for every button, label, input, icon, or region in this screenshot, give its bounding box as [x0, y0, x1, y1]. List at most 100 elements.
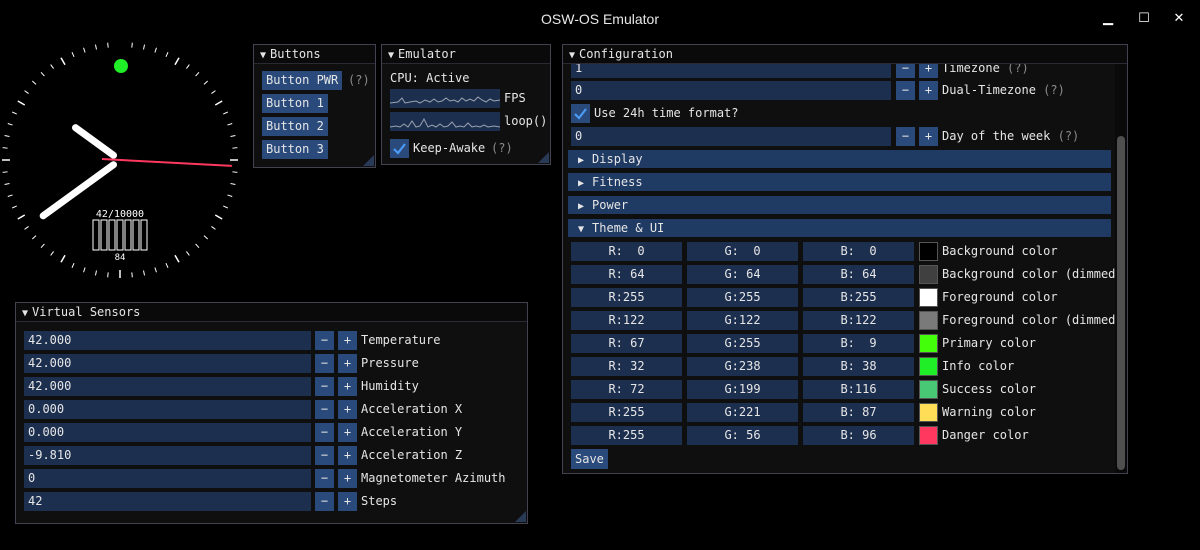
collapse-arrow-icon[interactable]: ▼ — [569, 50, 575, 61]
configuration-window-header[interactable]: ▼ Configuration — [563, 45, 1127, 64]
sensor-minus-button[interactable]: − — [315, 331, 334, 350]
sensor-value-input[interactable]: -9.810 — [24, 446, 311, 465]
sensor-value-input[interactable]: 42.000 — [24, 354, 311, 373]
color-g-input[interactable]: G:122 — [687, 311, 798, 330]
color-r-input[interactable]: R:122 — [571, 311, 682, 330]
sensor-value-input[interactable]: 0 — [24, 469, 311, 488]
color-r-input[interactable]: R:255 — [571, 426, 682, 445]
section-display[interactable]: ▶ Display — [568, 150, 1111, 168]
sensor-minus-button[interactable]: − — [315, 377, 334, 396]
color-r-input[interactable]: R:255 — [571, 288, 682, 307]
minimize-icon[interactable]: ▁ — [1097, 8, 1119, 30]
sensor-plus-button[interactable]: + — [338, 354, 357, 373]
time-format-checkbox[interactable] — [571, 104, 590, 123]
button-2[interactable]: Button 2 — [262, 117, 328, 136]
color-swatch[interactable] — [919, 288, 938, 307]
color-b-input[interactable]: B: 87 — [803, 403, 914, 422]
sensor-plus-button[interactable]: + — [338, 377, 357, 396]
sensor-plus-button[interactable]: + — [338, 469, 357, 488]
day-of-week-input[interactable]: 0 — [571, 127, 891, 146]
keep-awake-checkbox[interactable] — [390, 139, 409, 158]
sensor-value-input[interactable]: 42.000 — [24, 331, 311, 350]
color-r-input[interactable]: R: 0 — [571, 242, 682, 261]
sensor-minus-button[interactable]: − — [315, 446, 334, 465]
color-g-input[interactable]: G: 64 — [687, 265, 798, 284]
scrollbar-thumb[interactable] — [1117, 136, 1125, 470]
emulator-window-header[interactable]: ▼ Emulator — [382, 45, 550, 64]
color-r-input[interactable]: R: 67 — [571, 334, 682, 353]
color-swatch[interactable] — [919, 380, 938, 399]
color-g-input[interactable]: G:238 — [687, 357, 798, 376]
color-b-input[interactable]: B: 64 — [803, 265, 914, 284]
color-b-input[interactable]: B:255 — [803, 288, 914, 307]
maximize-icon[interactable]: ☐ — [1133, 8, 1155, 30]
timezone-input[interactable]: 1 — [571, 64, 891, 78]
resize-grip[interactable] — [363, 155, 374, 166]
watch-tick — [165, 51, 169, 57]
color-swatch[interactable] — [919, 242, 938, 261]
collapse-arrow-icon[interactable]: ▼ — [22, 308, 28, 319]
color-g-input[interactable]: G:255 — [687, 288, 798, 307]
button-pwr-help[interactable]: (?) — [348, 71, 370, 90]
sensor-minus-button[interactable]: − — [315, 469, 334, 488]
color-swatch[interactable] — [919, 334, 938, 353]
sensor-plus-button[interactable]: + — [338, 423, 357, 442]
sensor-minus-button[interactable]: − — [315, 423, 334, 442]
section-fitness[interactable]: ▶ Fitness — [568, 173, 1111, 191]
sensor-value-input[interactable]: 0.000 — [24, 400, 311, 419]
save-button[interactable]: Save — [571, 449, 608, 469]
timezone-minus-button[interactable]: − — [896, 64, 915, 78]
dual-timezone-minus-button[interactable]: − — [896, 81, 915, 100]
watch-bottom-text: 84 — [115, 253, 126, 263]
color-g-input[interactable]: G: 0 — [687, 242, 798, 261]
virtual-sensors-window-header[interactable]: ▼ Virtual Sensors — [16, 303, 527, 322]
color-b-input[interactable]: B: 96 — [803, 426, 914, 445]
buttons-window-header[interactable]: ▼ Buttons — [254, 45, 375, 64]
color-swatch[interactable] — [919, 403, 938, 422]
sensor-value-input[interactable]: 42 — [24, 492, 311, 511]
sensor-value-input[interactable]: 0.000 — [24, 423, 311, 442]
color-b-input[interactable]: B:116 — [803, 380, 914, 399]
section-theme-ui[interactable]: ▼ Theme & UI — [568, 219, 1111, 237]
color-r-input[interactable]: R: 64 — [571, 265, 682, 284]
color-g-input[interactable]: G:199 — [687, 380, 798, 399]
sensor-value-input[interactable]: 42.000 — [24, 377, 311, 396]
button-3[interactable]: Button 3 — [262, 140, 328, 159]
timezone-plus-button[interactable]: + — [919, 64, 938, 78]
sensor-minus-button[interactable]: − — [315, 354, 334, 373]
color-r-input[interactable]: R: 72 — [571, 380, 682, 399]
color-b-input[interactable]: B: 38 — [803, 357, 914, 376]
sensor-plus-button[interactable]: + — [338, 400, 357, 419]
sensor-minus-button[interactable]: − — [315, 400, 334, 419]
dual-timezone-plus-button[interactable]: + — [919, 81, 938, 100]
section-power[interactable]: ▶ Power — [568, 196, 1111, 214]
color-swatch[interactable] — [919, 265, 938, 284]
color-g-input[interactable]: G: 56 — [687, 426, 798, 445]
day-of-week-minus-button[interactable]: − — [896, 127, 915, 146]
collapse-arrow-icon[interactable]: ▼ — [388, 50, 394, 61]
color-b-input[interactable]: B: 9 — [803, 334, 914, 353]
color-swatch[interactable] — [919, 357, 938, 376]
sensor-minus-button[interactable]: − — [315, 492, 334, 511]
button-1[interactable]: Button 1 — [262, 94, 328, 113]
color-r-input[interactable]: R: 32 — [571, 357, 682, 376]
color-r-input[interactable]: R:255 — [571, 403, 682, 422]
color-b-input[interactable]: B: 0 — [803, 242, 914, 261]
resize-grip[interactable] — [515, 511, 526, 522]
sensor-plus-button[interactable]: + — [338, 492, 357, 511]
close-icon[interactable]: ✕ — [1168, 8, 1190, 30]
sensor-plus-button[interactable]: + — [338, 446, 357, 465]
color-g-input[interactable]: G:255 — [687, 334, 798, 353]
sensor-plus-button[interactable]: + — [338, 331, 357, 350]
color-swatch[interactable] — [919, 426, 938, 445]
resize-grip[interactable] — [538, 152, 549, 163]
day-of-week-plus-button[interactable]: + — [919, 127, 938, 146]
color-swatch[interactable] — [919, 311, 938, 330]
color-g-input[interactable]: G:221 — [687, 403, 798, 422]
button-pwr[interactable]: Button PWR — [262, 71, 343, 90]
collapse-arrow-icon[interactable]: ▼ — [260, 50, 266, 61]
dual-timezone-input[interactable]: 0 — [571, 81, 891, 100]
keep-awake-help[interactable]: (?) — [491, 139, 513, 158]
color-b-input[interactable]: B:122 — [803, 311, 914, 330]
scrollbar[interactable] — [1115, 64, 1127, 473]
